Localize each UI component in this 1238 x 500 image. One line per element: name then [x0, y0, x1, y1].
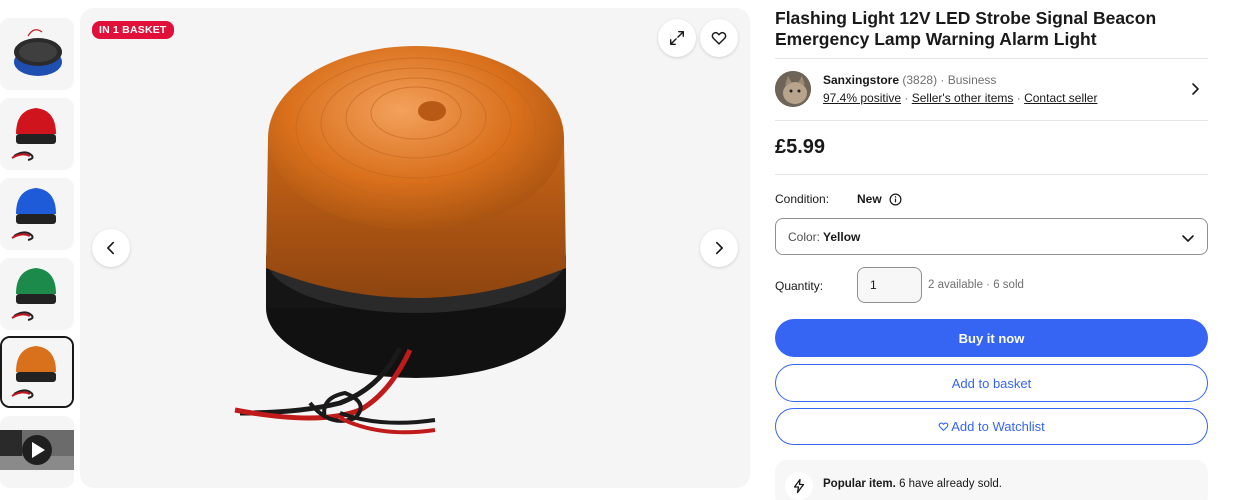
seller-feedback-count: (3828)	[902, 73, 938, 87]
next-image-button[interactable]	[700, 229, 738, 267]
divider	[775, 174, 1208, 175]
watch-heart-button[interactable]	[700, 19, 738, 57]
popular-item-title: Popular item.	[823, 478, 896, 490]
thumbnail-green-beacon[interactable]	[0, 258, 74, 330]
seller-other-items-link[interactable]: Seller's other items	[912, 91, 1014, 105]
popular-item-detail: 6 have already sold.	[899, 478, 1002, 490]
price: £5.99	[775, 136, 826, 158]
add-to-basket-button[interactable]: Add to basket	[775, 364, 1208, 402]
cat-avatar-image	[775, 71, 811, 107]
separator: ·	[1016, 91, 1021, 105]
video-thumbnail-image	[0, 416, 74, 488]
chevron-right-icon	[715, 241, 723, 255]
seller-type: · Business	[940, 73, 997, 87]
info-icon[interactable]	[889, 193, 902, 206]
thumbnail-red-beacon[interactable]	[0, 98, 74, 170]
main-product-image[interactable]: IN 1 BASKET	[80, 8, 750, 488]
seller-avatar[interactable]	[775, 71, 811, 107]
color-select[interactable]: Color: Yellow	[775, 218, 1208, 255]
contact-seller-link[interactable]: Contact seller	[1024, 91, 1097, 105]
expand-icon	[669, 30, 685, 46]
color-select-value: Yellow	[823, 229, 861, 244]
chevron-left-icon	[107, 241, 115, 255]
amber-beacon-image	[234, 46, 566, 435]
heart-icon	[711, 31, 727, 45]
divider	[775, 120, 1208, 121]
add-to-watchlist-label: Add to Watchlist	[951, 419, 1045, 434]
quantity-input[interactable]	[857, 267, 922, 303]
beacon-thumbnail-image	[0, 178, 74, 250]
product-title: Flashing Light 12V LED Strobe Signal Bea…	[775, 8, 1157, 49]
expand-button[interactable]	[658, 19, 696, 57]
seller-links: 97.4% positive · Seller's other items · …	[823, 91, 1097, 105]
popular-item-text: Popular item. 6 have already sold.	[823, 478, 1002, 490]
condition-value-row: New	[857, 192, 902, 206]
seller-name[interactable]: Sanxingstore	[823, 73, 899, 87]
buy-it-now-button[interactable]: Buy it now	[775, 319, 1208, 357]
popular-item-banner: Popular item. 6 have already sold.	[775, 460, 1208, 500]
in-basket-badge: IN 1 BASKET	[92, 21, 174, 39]
previous-image-button[interactable]	[92, 229, 130, 267]
beacon-thumbnail-image	[0, 18, 74, 90]
condition-label: Condition:	[775, 192, 830, 206]
thumbnail-yellow-beacon[interactable]	[0, 336, 74, 408]
lightning-icon-wrap	[785, 472, 813, 500]
thumbnail-blue-beacon-top[interactable]	[0, 18, 74, 90]
beacon-thumbnail-image	[0, 258, 74, 330]
separator: ·	[904, 91, 909, 105]
condition-value: New	[857, 192, 882, 206]
seller-name-row: Sanxingstore (3828) · Business	[823, 73, 996, 87]
heart-icon	[938, 422, 949, 431]
lightning-icon	[793, 478, 805, 494]
seller-chevron-right-icon[interactable]	[1188, 82, 1202, 96]
color-select-label: Color:	[788, 229, 821, 244]
seller-positive-link[interactable]: 97.4% positive	[823, 91, 901, 105]
thumbnail-blue-beacon[interactable]	[0, 178, 74, 250]
thumbnail-video[interactable]	[0, 416, 74, 488]
quantity-label: Quantity:	[775, 279, 824, 293]
quantity-availability: 2 available · 6 sold	[928, 279, 1024, 291]
beacon-thumbnail-image	[0, 98, 74, 170]
divider	[775, 58, 1208, 59]
chevron-down-icon	[1182, 235, 1194, 242]
add-to-watchlist-button[interactable]: Add to Watchlist	[775, 408, 1208, 445]
beacon-thumbnail-image	[2, 338, 72, 406]
